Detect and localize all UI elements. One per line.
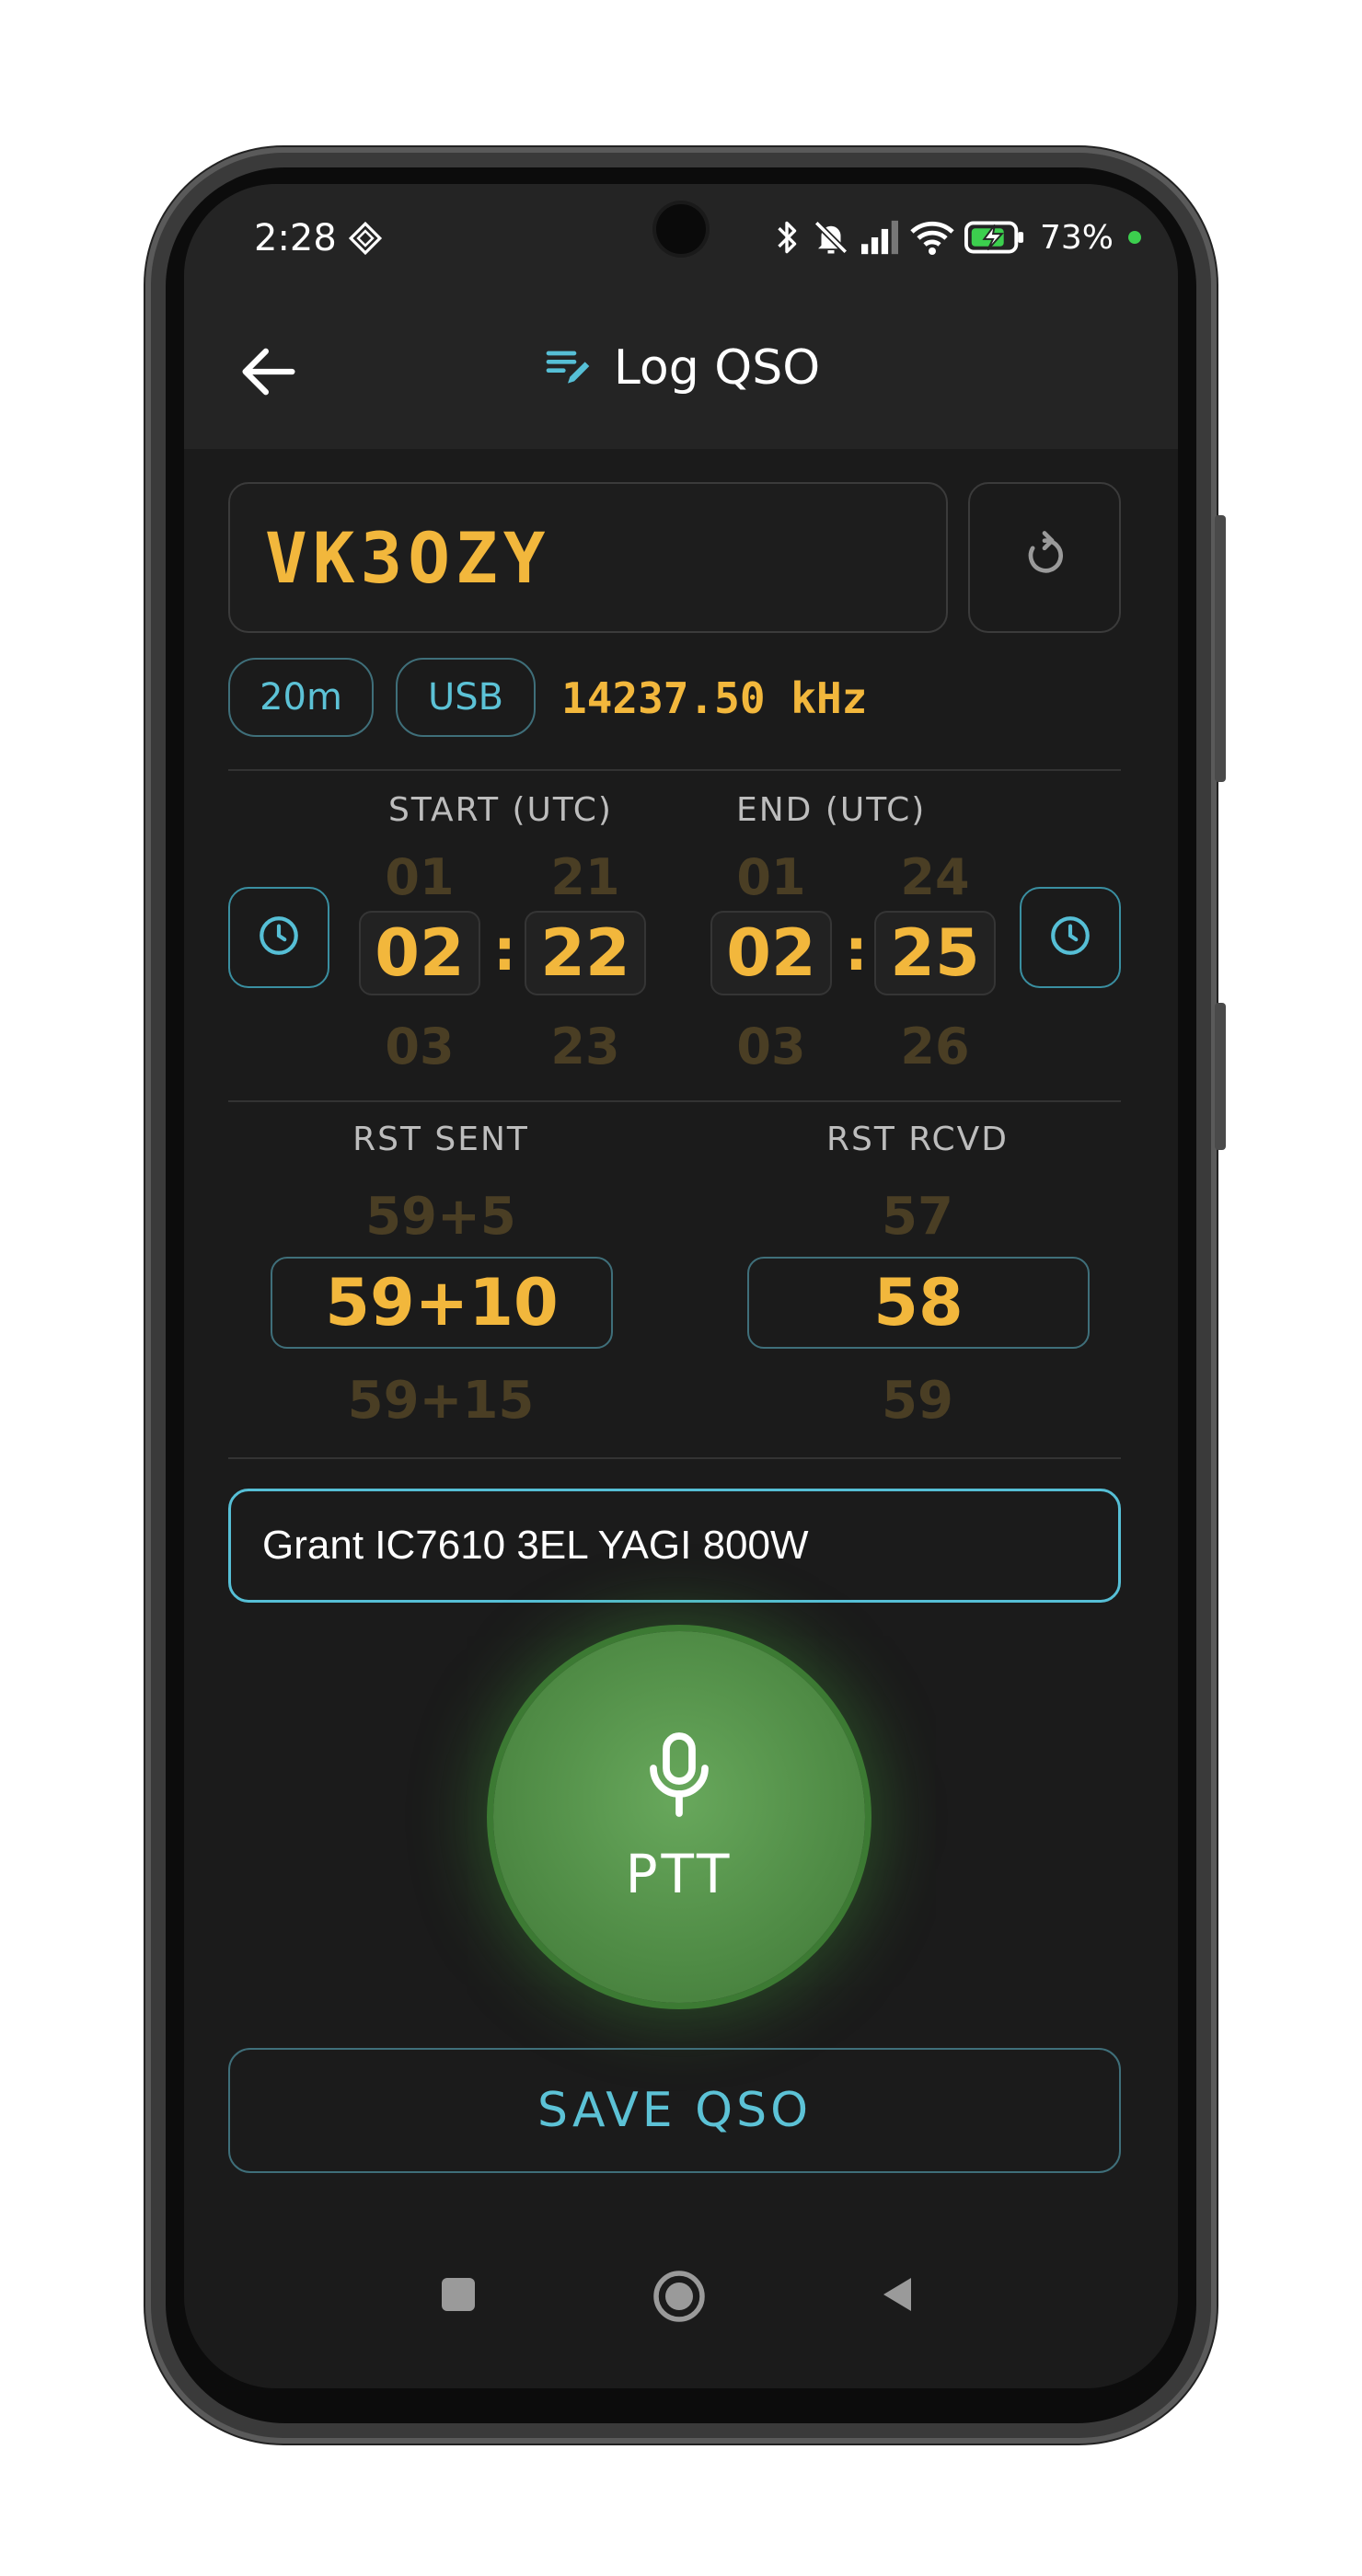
end-hour-picker[interactable]: 02: [710, 911, 832, 995]
battery-percent: 73%: [1039, 218, 1114, 257]
start-minute-next[interactable]: 23: [530, 1018, 641, 1075]
end-hour-next[interactable]: 03: [716, 1018, 826, 1075]
end-minute-next[interactable]: 26: [880, 1018, 990, 1075]
rst-sent-next[interactable]: 59+15: [271, 1371, 611, 1431]
callsign-input[interactable]: VK3OZY: [228, 482, 948, 633]
start-time-separator: :: [493, 916, 516, 983]
notes-input[interactable]: Grant IC7610 3EL YAGI 800W: [228, 1489, 1121, 1603]
rst-rcvd-picker[interactable]: 58: [747, 1257, 1090, 1349]
microphone-icon: [641, 1729, 718, 1824]
band-chip-label: 20m: [260, 676, 342, 719]
battery-charging-icon: [964, 219, 1025, 256]
system-nav-bar: [184, 2254, 1178, 2364]
rst-rcvd-value: 58: [873, 1265, 964, 1340]
divider: [228, 769, 1121, 771]
save-qso-label: SAVE QSO: [537, 2083, 813, 2138]
rst-rcvd-prev[interactable]: 57: [747, 1187, 1088, 1247]
app-screen: 2:28 73% Log QSO VK3OZY 20m USB 14237.50…: [184, 184, 1178, 2388]
edit-note-icon: [542, 340, 594, 396]
start-minute-picker[interactable]: 22: [525, 911, 646, 995]
bluetooth-icon: [771, 217, 802, 258]
rst-sent-picker[interactable]: 59+10: [271, 1257, 613, 1349]
divider: [228, 1100, 1121, 1102]
rst-sent-prev[interactable]: 59+5: [271, 1187, 611, 1247]
start-hour-value: 02: [375, 915, 465, 991]
notification-diamond-icon: [348, 221, 383, 256]
status-icons: 73%: [771, 215, 1141, 259]
divider: [228, 1457, 1121, 1459]
callsign-value: VK3OZY: [265, 517, 551, 599]
wifi-icon: [909, 219, 955, 256]
ptt-button[interactable]: PTT: [493, 1631, 865, 2003]
start-time-label: START (UTC): [388, 791, 613, 829]
status-time: 2:28: [254, 217, 337, 259]
home-button[interactable]: [652, 2269, 707, 2328]
reset-button[interactable]: [968, 482, 1121, 633]
end-time-separator: :: [845, 916, 868, 983]
bell-muted-icon: [812, 217, 850, 258]
side-button-power: [1215, 1003, 1226, 1150]
side-button-volume: [1215, 515, 1226, 782]
start-hour-picker[interactable]: 02: [359, 911, 480, 995]
back-nav-button[interactable]: [876, 2272, 920, 2320]
page-title: Log QSO: [613, 340, 821, 396]
notes-value: Grant IC7610 3EL YAGI 800W: [262, 1523, 809, 1568]
rst-sent-label: RST SENT: [352, 1121, 529, 1158]
end-time-label: END (UTC): [736, 791, 927, 829]
start-hour-next[interactable]: 03: [364, 1018, 475, 1075]
end-hour-value: 02: [726, 915, 816, 991]
start-hour-prev[interactable]: 01: [364, 848, 475, 906]
clock-icon: [256, 913, 302, 962]
mode-chip[interactable]: USB: [396, 658, 536, 737]
rst-sent-value: 59+10: [325, 1265, 559, 1340]
start-minute-value: 22: [540, 915, 630, 991]
app-bar: Log QSO: [184, 294, 1178, 449]
rst-rcvd-label: RST RCVD: [825, 1121, 1009, 1158]
end-now-button[interactable]: [1020, 887, 1121, 988]
title-wrap: Log QSO: [184, 340, 1178, 396]
start-now-button[interactable]: [228, 887, 329, 988]
end-minute-picker[interactable]: 25: [874, 911, 996, 995]
rst-rcvd-next[interactable]: 59: [747, 1371, 1088, 1431]
save-qso-button[interactable]: SAVE QSO: [228, 2048, 1121, 2173]
refresh-icon: [1019, 530, 1070, 585]
privacy-indicator-dot: [1128, 231, 1141, 244]
start-minute-prev[interactable]: 21: [530, 848, 641, 906]
end-minute-prev[interactable]: 24: [880, 848, 990, 906]
signal-icon: [860, 219, 900, 256]
front-camera: [656, 204, 706, 254]
frequency-readout: 14237.50 kHz: [561, 673, 868, 723]
status-bar: 2:28 73%: [184, 184, 1178, 294]
end-hour-prev[interactable]: 01: [716, 848, 826, 906]
band-chip[interactable]: 20m: [228, 658, 374, 737]
end-minute-value: 25: [890, 915, 980, 991]
recents-button[interactable]: [436, 2272, 480, 2320]
ptt-label: PTT: [625, 1843, 733, 1905]
mode-chip-label: USB: [427, 676, 504, 719]
clock-icon: [1047, 913, 1093, 962]
